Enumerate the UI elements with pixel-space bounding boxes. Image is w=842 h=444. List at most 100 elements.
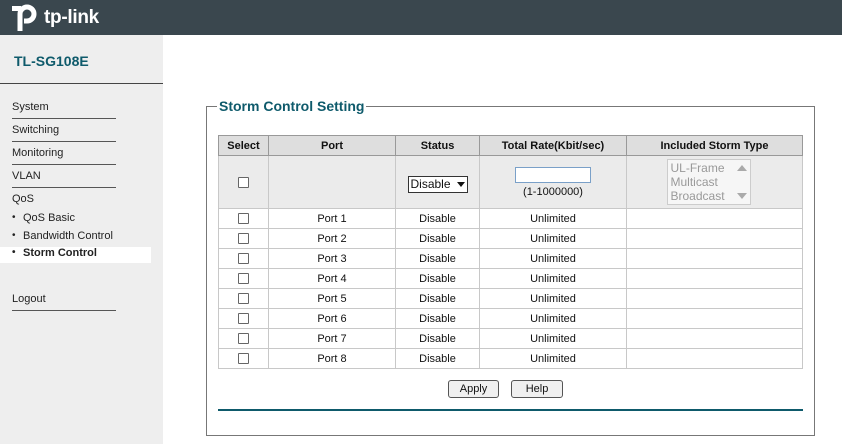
menu-monitoring[interactable]: Monitoring [12,145,116,165]
edit-select-cell [218,155,269,209]
menu-vlan[interactable]: VLAN [12,168,116,188]
row-rate: Unlimited [479,248,627,269]
row-port: Port 7 [268,328,396,349]
table-row: Port 4 Disable Unlimited [218,268,803,289]
header-port: Port [268,135,396,156]
row-select-cell [218,288,269,309]
row-select-cell [218,328,269,349]
row-port: Port 1 [268,208,396,229]
row-types [626,268,803,289]
tp-link-logo-icon [12,4,37,31]
storm-type-multicast[interactable]: Multicast [671,175,747,189]
submenu-bandwidth-control[interactable]: Bandwidth Control [12,230,163,246]
port-5-checkbox[interactable] [238,293,249,305]
menu-switching[interactable]: Switching [12,122,116,142]
table-row: Port 5 Disable Unlimited [218,288,803,309]
row-types [626,308,803,329]
row-types [626,248,803,269]
logo-text: tp-link [44,7,99,28]
panel-title: Storm Control Setting [217,98,367,114]
apply-button[interactable]: Apply [448,380,499,398]
storm-type-broadcast[interactable]: Broadcast [671,189,747,203]
row-rate: Unlimited [479,228,627,249]
table-row: Port 3 Disable Unlimited [218,248,803,269]
row-select-cell [218,308,269,329]
row-select-cell [218,208,269,229]
row-status: Disable [395,348,480,369]
menu-qos[interactable]: QoS [12,191,116,211]
row-status: Disable [395,248,480,269]
header-storm-type: Included Storm Type [626,135,803,156]
row-select-cell [218,268,269,289]
device-model: TL-SG108E [14,53,89,69]
row-types [626,228,803,249]
table-header-row: Select Port Status Total Rate(Kbit/sec) … [218,135,803,156]
scroll-up-icon[interactable] [736,165,747,171]
row-status: Disable [395,268,480,289]
port-6-checkbox[interactable] [238,313,249,325]
scroll-down-icon[interactable] [736,193,747,199]
row-status: Disable [395,288,480,309]
row-port: Port 2 [268,228,396,249]
table-row: Port 2 Disable Unlimited [218,228,803,249]
submenu-storm-control[interactable]: Storm Control [0,247,151,263]
row-rate: Unlimited [479,308,627,329]
port-8-checkbox[interactable] [238,353,249,365]
row-status: Disable [395,328,480,349]
menu-logout[interactable]: Logout [12,291,116,311]
help-button[interactable]: Help [511,380,563,398]
total-rate-input[interactable] [515,166,591,183]
row-port: Port 8 [268,348,396,369]
top-banner: tp-link [0,0,842,35]
table-row: Port 6 Disable Unlimited [218,308,803,329]
row-port: Port 5 [268,288,396,309]
header-status: Status [395,135,480,156]
table-row: Port 8 Disable Unlimited [218,348,803,369]
tp-link-logo: tp-link [12,3,112,32]
row-status: Disable [395,208,480,229]
edit-storm-type-cell: UL-Frame Multicast Broadcast [626,155,803,209]
row-rate: Unlimited [479,328,627,349]
menu-system[interactable]: System [12,99,116,119]
port-1-checkbox[interactable] [238,213,249,225]
row-types [626,348,803,369]
select-all-checkbox[interactable] [238,176,249,188]
sidebar: TL-SG108E System Switching Monitoring VL… [0,35,163,444]
chevron-down-icon [456,181,465,187]
row-types [626,208,803,229]
row-types [626,328,803,349]
row-rate: Unlimited [479,208,627,229]
row-rate: Unlimited [479,288,627,309]
row-status: Disable [395,228,480,249]
row-port: Port 4 [268,268,396,289]
rate-range-hint: (1-1000000) [523,185,583,198]
row-port: Port 3 [268,248,396,269]
model-divider [0,83,163,84]
row-status: Disable [395,308,480,329]
bottom-divider [218,409,803,411]
edit-rate-cell: (1-1000000) [479,155,627,209]
row-port: Port 6 [268,308,396,329]
storm-type-ul-frame[interactable]: UL-Frame [671,161,747,175]
storm-type-listbox[interactable]: UL-Frame Multicast Broadcast [666,159,751,205]
port-7-checkbox[interactable] [238,333,249,345]
status-select-value: Disable [410,176,451,191]
storm-control-table: Select Port Status Total Rate(Kbit/sec) … [218,135,803,369]
row-rate: Unlimited [479,268,627,289]
row-rate: Unlimited [479,348,627,369]
edit-status-cell: Disable [395,155,480,209]
table-row: Port 1 Disable Unlimited [218,208,803,229]
table-row: Port 7 Disable Unlimited [218,328,803,349]
row-select-cell [218,228,269,249]
status-select[interactable]: Disable [407,175,468,193]
row-types [626,288,803,309]
header-select: Select [218,135,269,156]
row-select-cell [218,348,269,369]
edit-row: Disable (1-1000000) UL-Frame Multicast B… [218,155,803,209]
port-4-checkbox[interactable] [238,273,249,285]
row-select-cell [218,248,269,269]
header-total-rate: Total Rate(Kbit/sec) [479,135,627,156]
port-2-checkbox[interactable] [238,233,249,245]
port-3-checkbox[interactable] [238,253,249,265]
submenu-qos-basic[interactable]: QoS Basic [12,212,163,228]
